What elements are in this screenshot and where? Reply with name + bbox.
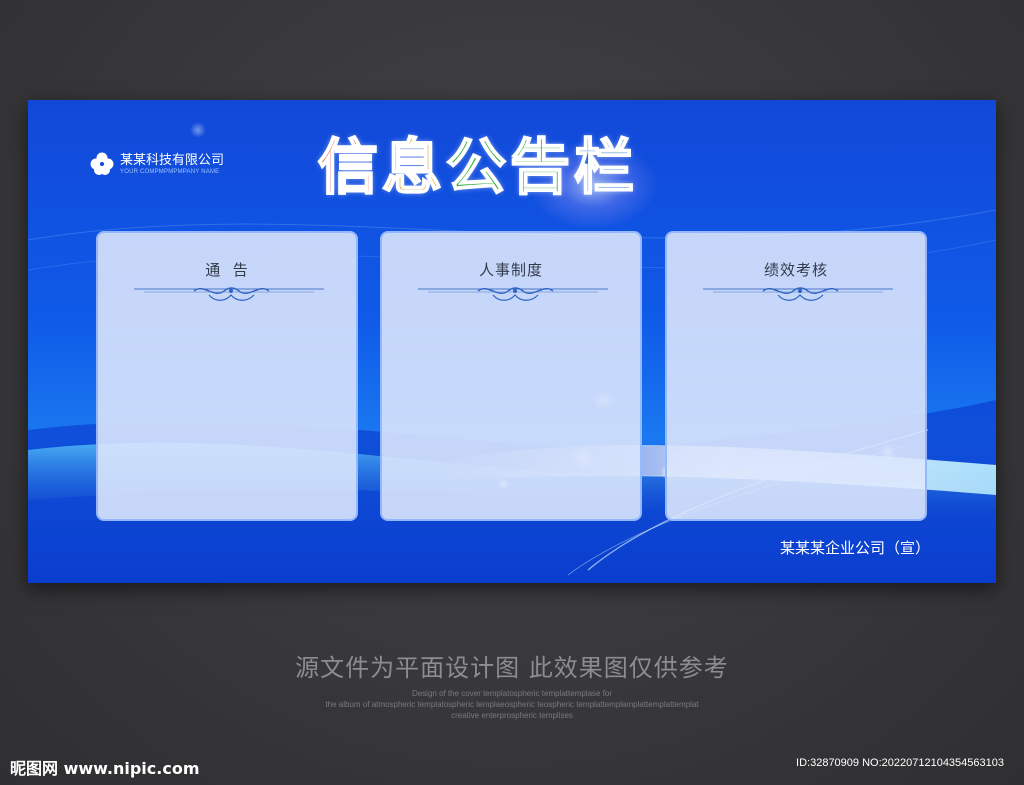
notice-board: 某某科技有限公司 YOUR COMPMPMPMPANY NAME 信 息 公 告… (28, 100, 996, 583)
title-char-3: 公 (445, 132, 510, 204)
caption-line-3: creative enterprospheric templises (451, 711, 573, 720)
company-logo: 某某科技有限公司 YOUR COMPMPMPMPANY NAME (88, 150, 224, 178)
board-title: 信 息 公 告 栏 (317, 128, 718, 208)
ornament-icon (418, 287, 608, 301)
company-sub: YOUR COMPMPMPMPANY NAME (120, 168, 220, 175)
panel-notice: 通 告 (96, 231, 358, 521)
caption-line-1: Design of the cover templatospheric temp… (411, 689, 613, 698)
ornament-icon (134, 287, 324, 301)
caption-small: Design of the cover templatospheric temp… (240, 688, 784, 721)
title-char-4: 告 (509, 132, 574, 204)
page: 某某科技有限公司 YOUR COMPMPMPMPANY NAME 信 息 公 告… (0, 0, 1024, 785)
image-id: ID:32870909 NO:20220712104354563103 (796, 757, 1004, 769)
company-name: 某某科技有限公司 (120, 152, 225, 168)
clover-icon (90, 152, 114, 175)
title-char-5: 栏 (573, 132, 638, 204)
caption-main: 源文件为平面设计图 此效果图仅供参考 (295, 654, 729, 682)
panel-performance: 绩效考核 (665, 231, 927, 521)
panel-hr-policy: 人事制度 (380, 231, 642, 521)
title-char-2: 息 (381, 132, 446, 204)
logo-texts: 某某科技有限公司 YOUR COMPMPMPMPANY NAME (120, 153, 224, 176)
panel-title: 人事制度 (478, 261, 543, 279)
ornament-icon (703, 287, 893, 301)
footer-company: 某某某企业公司（宣） (779, 539, 930, 557)
panel-title: 绩效考核 (763, 261, 828, 279)
caption-line-2: the album of atmospheric templatospheric… (325, 700, 699, 709)
panel-title: 通 告 (205, 261, 249, 279)
site-watermark: 昵图网 www.nipic.com (10, 759, 200, 778)
title-char-1: 信 (317, 132, 382, 204)
